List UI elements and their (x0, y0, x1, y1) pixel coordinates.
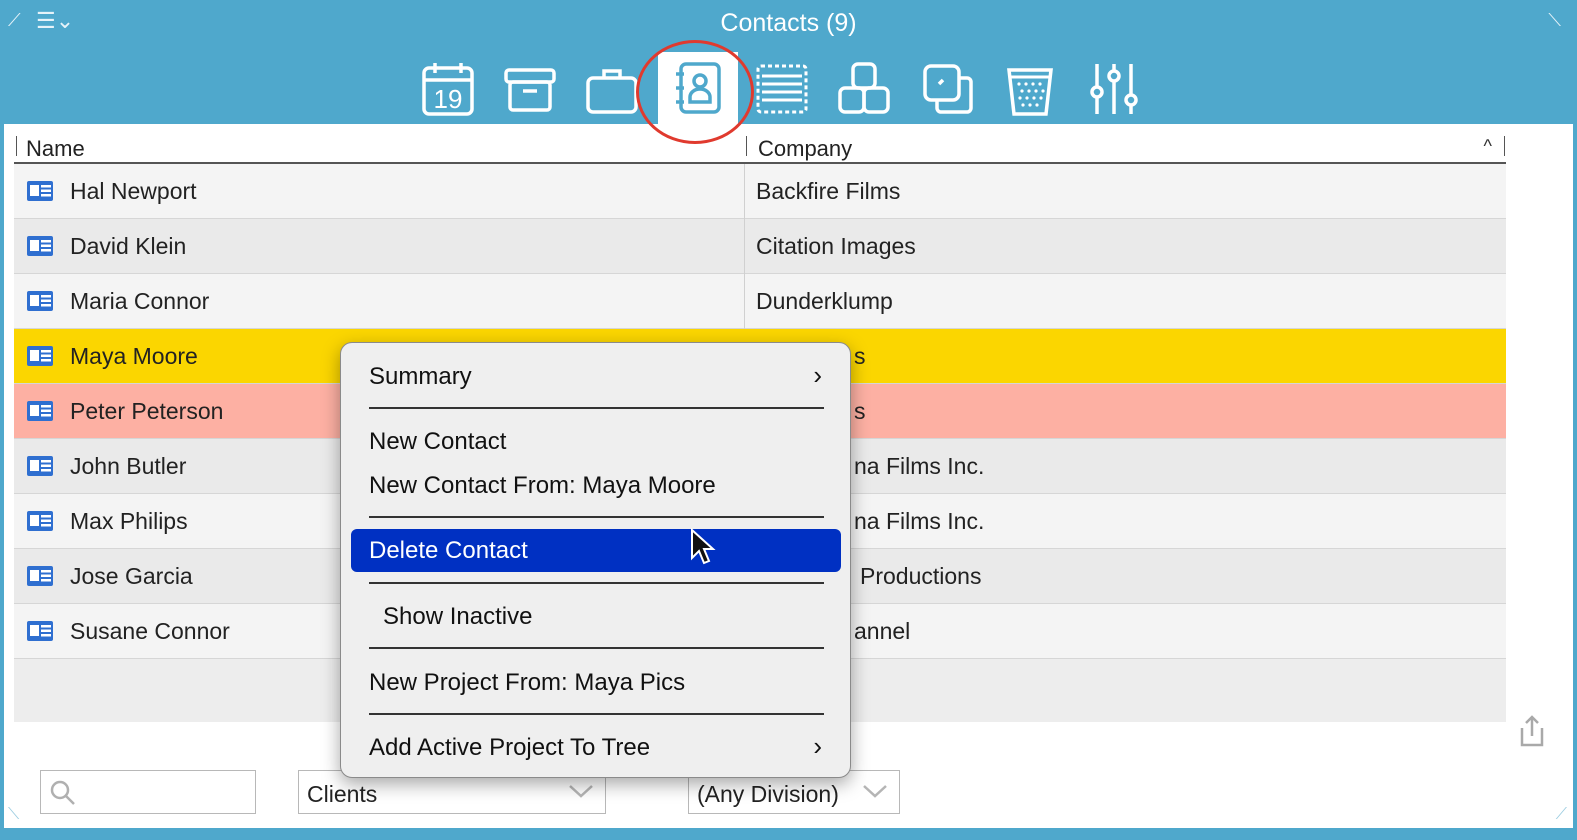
table-header: Name Company ^ (14, 130, 1506, 164)
briefcase-icon (586, 69, 638, 114)
contacts-window: ⟋ ☰⌄ Contacts (9) ⟍ 19 Name Company ^ Ha… (0, 0, 1577, 840)
contact-card-icon (27, 181, 53, 201)
contact-company: Productions (860, 563, 982, 589)
menu-separator (369, 582, 824, 584)
search-field[interactable] (40, 770, 256, 814)
contact-company: s (854, 343, 866, 369)
title-bar: ⟋ ☰⌄ Contacts (9) ⟍ (0, 0, 1577, 46)
column-divider (16, 136, 17, 156)
mouse-pointer-icon (691, 528, 716, 565)
submenu-arrow-icon: › (813, 360, 822, 390)
trash-tool-button[interactable] (1000, 58, 1060, 120)
contact-card-icon (27, 401, 53, 421)
collapse-corner-icon[interactable]: ⟍ (1548, 10, 1561, 31)
contacts-tool-button[interactable] (658, 52, 738, 124)
projects-tool-button[interactable] (582, 58, 642, 120)
contact-card-icon (27, 236, 53, 256)
contact-name: Maya Moore (70, 343, 198, 369)
contact-name: John Butler (70, 453, 187, 479)
contacts-book-icon (676, 62, 721, 114)
search-icon (50, 780, 75, 805)
contact-company: Dunderklump (756, 288, 893, 314)
menu-item-new-project-from[interactable]: New Project From: Maya Pics (369, 669, 685, 697)
settings-tool-button[interactable] (1084, 58, 1144, 120)
contact-company: annel (854, 618, 911, 644)
contact-card-icon (27, 456, 53, 476)
archive-box-icon (504, 68, 556, 112)
sliders-icon (1090, 64, 1138, 114)
resize-grip-icon[interactable]: ⟋ (1556, 806, 1567, 824)
archive-tool-button[interactable] (500, 58, 560, 120)
contact-company: na Films Inc. (854, 508, 985, 534)
contact-company: na Films Inc. (854, 453, 985, 479)
table-row[interactable]: Maria Connor Dunderklump (14, 274, 1506, 329)
window-title: Contacts (9) (720, 9, 857, 37)
menu-separator (369, 407, 824, 409)
contact-card-icon (27, 621, 53, 641)
trash-can-icon (1007, 68, 1053, 116)
contact-name: Jose Garcia (70, 563, 193, 589)
group-icon (838, 62, 890, 114)
context-menu: Summary › New Contact New Contact From: … (340, 342, 851, 778)
menu-separator (369, 516, 824, 518)
calendar-tool-button[interactable]: 19 (418, 58, 478, 120)
column-divider (744, 164, 745, 219)
calendar-icon: 19 (422, 63, 474, 116)
column-divider (744, 274, 745, 329)
column-header-name[interactable]: Name (26, 136, 85, 162)
contact-company: Backfire Films (756, 178, 901, 204)
contact-name: Hal Newport (70, 178, 197, 204)
contact-card-icon (27, 511, 53, 531)
groups-tool-button[interactable] (834, 58, 894, 120)
list-tool-button[interactable] (752, 58, 812, 120)
menu-item-new-contact[interactable]: New Contact (369, 428, 506, 456)
column-divider (1504, 136, 1505, 156)
contact-name: Maria Connor (70, 288, 210, 314)
chevron-down-icon (569, 785, 593, 798)
resize-grip-icon[interactable]: ⟍ (8, 806, 19, 824)
contact-name: David Klein (70, 233, 187, 259)
menu-item-delete-contact[interactable]: Delete Contact (369, 537, 528, 565)
column-divider (744, 219, 745, 274)
menu-item-show-inactive[interactable]: Show Inactive (383, 603, 532, 631)
column-header-company[interactable]: Company (758, 136, 852, 162)
table-row[interactable]: David Klein Citation Images (14, 219, 1506, 274)
contact-name: Peter Peterson (70, 398, 224, 424)
category-select-value: Clients (307, 781, 378, 807)
chevron-down-icon (863, 785, 887, 798)
column-divider[interactable] (746, 136, 747, 156)
contact-company: s (854, 398, 866, 424)
menu-separator (369, 713, 824, 715)
share-icon[interactable] (1516, 714, 1548, 748)
division-select-value: (Any Division) (697, 781, 839, 807)
menu-item-add-active-project[interactable]: Add Active Project To Tree (369, 734, 650, 762)
menu-separator (369, 647, 824, 649)
table-row[interactable]: Hal Newport Backfire Films (14, 164, 1506, 219)
contact-company: Citation Images (756, 233, 916, 259)
stacked-squares-icon (923, 64, 973, 114)
contact-card-icon (27, 291, 53, 311)
sort-ascending-icon[interactable]: ^ (1484, 136, 1492, 157)
contact-card-icon (27, 346, 53, 366)
calendar-day-text: 19 (434, 84, 463, 114)
menu-item-new-contact-from[interactable]: New Contact From: Maya Moore (369, 472, 716, 500)
toolbar: 19 (0, 52, 1577, 124)
templates-tool-button[interactable] (918, 58, 978, 120)
contact-name: Susane Connor (70, 618, 230, 644)
menu-item-summary[interactable]: Summary (369, 363, 472, 391)
contact-name: Max Philips (70, 508, 188, 534)
list-icon (756, 64, 808, 114)
contact-card-icon (27, 566, 53, 586)
submenu-arrow-icon: › (813, 731, 822, 761)
